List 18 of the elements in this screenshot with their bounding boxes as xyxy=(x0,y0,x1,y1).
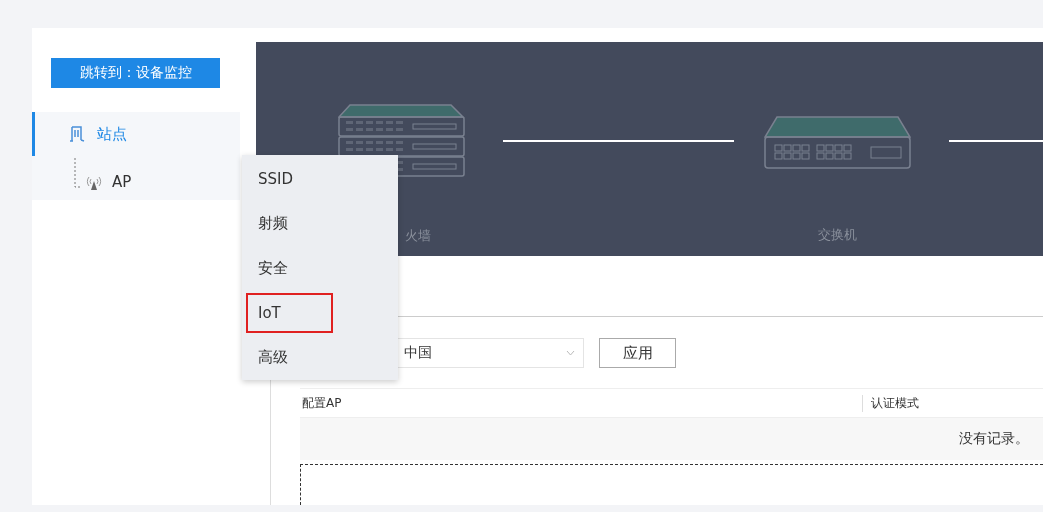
empty-message: 没有记录。 xyxy=(959,430,1029,448)
building-icon xyxy=(69,125,85,143)
column-header: 认证模式 xyxy=(870,394,919,412)
menu-item[interactable]: 安全 xyxy=(246,248,333,289)
device-label: 火墙 xyxy=(404,227,431,245)
device-label: 交换机 xyxy=(818,226,857,244)
menu-item[interactable]: 高级 xyxy=(246,337,333,378)
tree-item[interactable]: AP xyxy=(32,156,240,196)
apply-button[interactable]: 应用 xyxy=(599,338,676,368)
switch-device-icon xyxy=(764,116,911,169)
tree-line xyxy=(74,158,82,188)
menu-item[interactable]: 射频 xyxy=(246,203,333,245)
column-header: 配置AP xyxy=(300,394,863,412)
antenna-icon xyxy=(86,176,102,190)
jump-button[interactable]: 跳转到：设备监控 xyxy=(51,58,220,88)
menu-item[interactable]: SSID xyxy=(246,159,333,200)
menu-item[interactable]: IoT xyxy=(246,292,333,334)
chevron-down-icon xyxy=(566,350,575,356)
